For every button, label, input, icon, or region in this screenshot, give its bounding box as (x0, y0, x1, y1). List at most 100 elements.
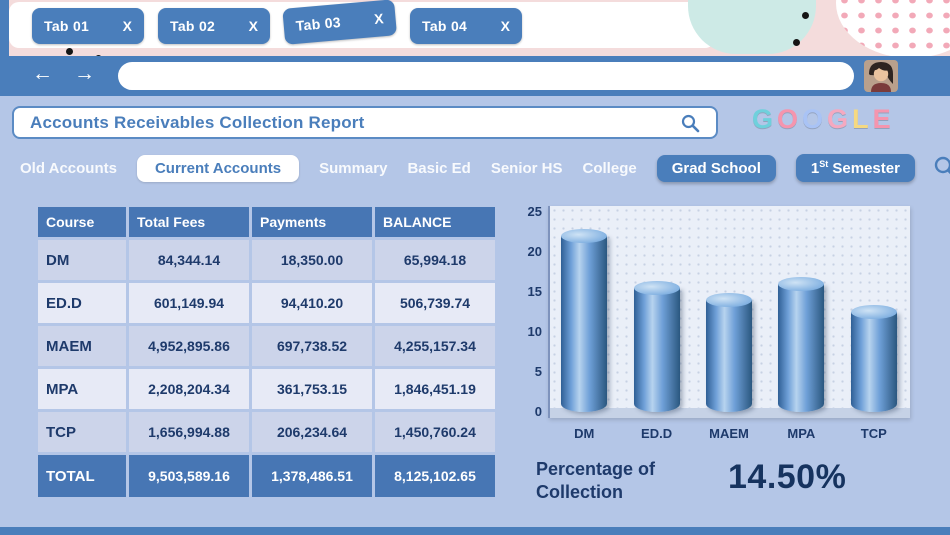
nav-item-college[interactable]: College (583, 160, 637, 177)
decor-dot (66, 48, 73, 55)
left-edge-accent (0, 0, 9, 56)
y-axis-tick-label: 15 (527, 284, 542, 299)
value-cell: 361,753.15 (252, 369, 372, 409)
bottom-edge-accent (0, 527, 950, 535)
dotted-decor-circle (836, 0, 950, 58)
bar-dm (561, 229, 608, 412)
bar-mpa (778, 277, 825, 412)
browser-navbar: ← → (0, 56, 950, 96)
tab-tab-01[interactable]: Tab 01 X (32, 8, 144, 44)
tab-strip: Tab 01 X Tab 02 X Tab 03 X Tab 04 X (32, 0, 522, 45)
y-axis-tick-label: 5 (534, 364, 542, 379)
nav-item-summary[interactable]: Summary (319, 160, 387, 177)
decor-dot (802, 12, 809, 19)
filter-search-icon[interactable] (932, 154, 950, 180)
table-total-row: TOTAL 9,503,589.16 1,378,486.51 8,125,102.6… (38, 455, 495, 497)
total-label-cell: TOTAL (38, 455, 126, 497)
course-cell: DM (38, 240, 126, 280)
table-row: DM 84,344.14 18,350.00 65,994.18 (38, 240, 495, 280)
logo-letter: O (802, 104, 825, 134)
collection-bar-chart: 0 5 10 15 20 25 DM ED.D MAEM MPA TCP (518, 202, 918, 447)
course-cell: MAEM (38, 326, 126, 366)
course-cell: ED.D (38, 283, 126, 323)
tab-close-icon[interactable]: X (115, 18, 132, 34)
logo-letter: G (827, 104, 850, 134)
page: Tab 01XTab 02XTab 03XTab 04X + ← → Accou… (0, 0, 950, 535)
nav-item-senior-hs[interactable]: Senior HS (491, 160, 563, 177)
profile-avatar[interactable] (864, 60, 898, 92)
percentage-label-line1: Percentage of (536, 459, 656, 479)
nav-item-current-accounts[interactable]: Current Accounts (136, 154, 300, 182)
tab-label: Tab 04 (422, 18, 468, 34)
tab-close-icon[interactable]: X (366, 10, 384, 27)
tab-label: Tab 01 (44, 18, 90, 34)
logo-letter: E (872, 104, 892, 134)
total-value-cell: 1,378,486.51 (252, 455, 372, 497)
value-cell: 1,846,451.19 (375, 369, 495, 409)
table-body: DM 84,344.14 18,350.00 65,994.18 ED.D 601,149… (38, 240, 495, 497)
x-axis-label: MAEM (709, 426, 749, 441)
percentage-value: 14.50% (728, 458, 847, 496)
column-header: Payments (252, 207, 372, 237)
table-row: ED.D 601,149.94 94,410.20 506,739.74 (38, 283, 495, 323)
google-logo: GOOGLE (752, 104, 892, 135)
bars (548, 206, 910, 412)
tab-tab-03[interactable]: Tab 03 X (282, 0, 398, 45)
value-cell: 4,255,157.34 (375, 326, 495, 366)
nav-item-1st-semester[interactable]: 1St Semester (795, 154, 915, 182)
tab-close-icon[interactable]: X (493, 18, 510, 34)
nav-item-basic-ed[interactable]: Basic Ed (407, 160, 470, 177)
tab-label: Tab 02 (170, 18, 216, 34)
address-bar[interactable] (118, 62, 854, 90)
nav-item-old-accounts[interactable]: Old Accounts (20, 160, 117, 177)
course-cell: MPA (38, 369, 126, 409)
tab-tab-04[interactable]: Tab 04 X (410, 8, 522, 44)
value-cell: 1,450,760.24 (375, 412, 495, 452)
browser-header: Tab 01XTab 02XTab 03XTab 04X + (0, 0, 950, 62)
search-icon[interactable] (680, 113, 700, 133)
address-input[interactable] (118, 62, 854, 90)
value-cell: 697,738.52 (252, 326, 372, 366)
logo-letter: G (752, 104, 775, 134)
y-axis-tick-label: 0 (534, 404, 542, 419)
bar-maem (705, 293, 752, 412)
report-title-bar: Accounts Receivables Collection Report (12, 106, 718, 139)
table-row: MAEM 4,952,895.86 697,738.52 4,255,157.34 (38, 326, 495, 366)
tab-close-icon[interactable]: X (241, 18, 258, 34)
value-cell: 206,234.64 (252, 412, 372, 452)
value-cell: 84,344.14 (129, 240, 249, 280)
logo-letter: L (852, 104, 870, 134)
value-cell: 18,350.00 (252, 240, 372, 280)
value-cell: 1,656,994.88 (129, 412, 249, 452)
column-header: Total Fees (129, 207, 249, 237)
x-axis-label: DM (574, 426, 595, 441)
tab-label: Tab 03 (295, 13, 342, 34)
table-row: MPA 2,208,204.34 361,753.15 1,846,451.19 (38, 369, 495, 409)
column-header: Course (38, 207, 126, 237)
value-cell: 601,149.94 (129, 283, 249, 323)
y-axis: 0 5 10 15 20 25 (518, 204, 544, 419)
nav-row: Old Accounts Current Accounts Summary Basic… (20, 152, 915, 184)
value-cell: 2,208,204.34 (129, 369, 249, 409)
nav-item-grad-school[interactable]: Grad School (656, 154, 776, 182)
bar-ed-d (633, 281, 680, 412)
x-axis-label: MPA (787, 426, 816, 441)
table-header-row: Course Total Fees Payments BALANCE (38, 207, 495, 237)
decor-dot (793, 39, 800, 46)
tab-tab-02[interactable]: Tab 02 X (158, 8, 270, 44)
table-row: TCP 1,656,994.88 206,234.64 1,450,760.24 (38, 412, 495, 452)
y-axis-tick-label: 10 (527, 324, 542, 339)
avatar-image (864, 60, 898, 92)
value-cell: 506,739.74 (375, 283, 495, 323)
main-content: Accounts Receivables Collection Report G… (0, 96, 950, 527)
page-title: Accounts Receivables Collection Report (30, 112, 365, 132)
column-header: BALANCE (375, 207, 495, 237)
forward-arrow-button[interactable]: → (74, 62, 95, 86)
percentage-label: Percentage of Collection (536, 458, 655, 503)
percentage-label-line2: Collection (536, 481, 624, 502)
x-axis-labels: DM ED.D MAEM MPA TCP (548, 426, 910, 441)
bar-tcp (850, 305, 897, 412)
course-cell: TCP (38, 412, 126, 452)
back-arrow-button[interactable]: ← (32, 62, 53, 86)
y-axis-tick-label: 25 (527, 204, 542, 219)
